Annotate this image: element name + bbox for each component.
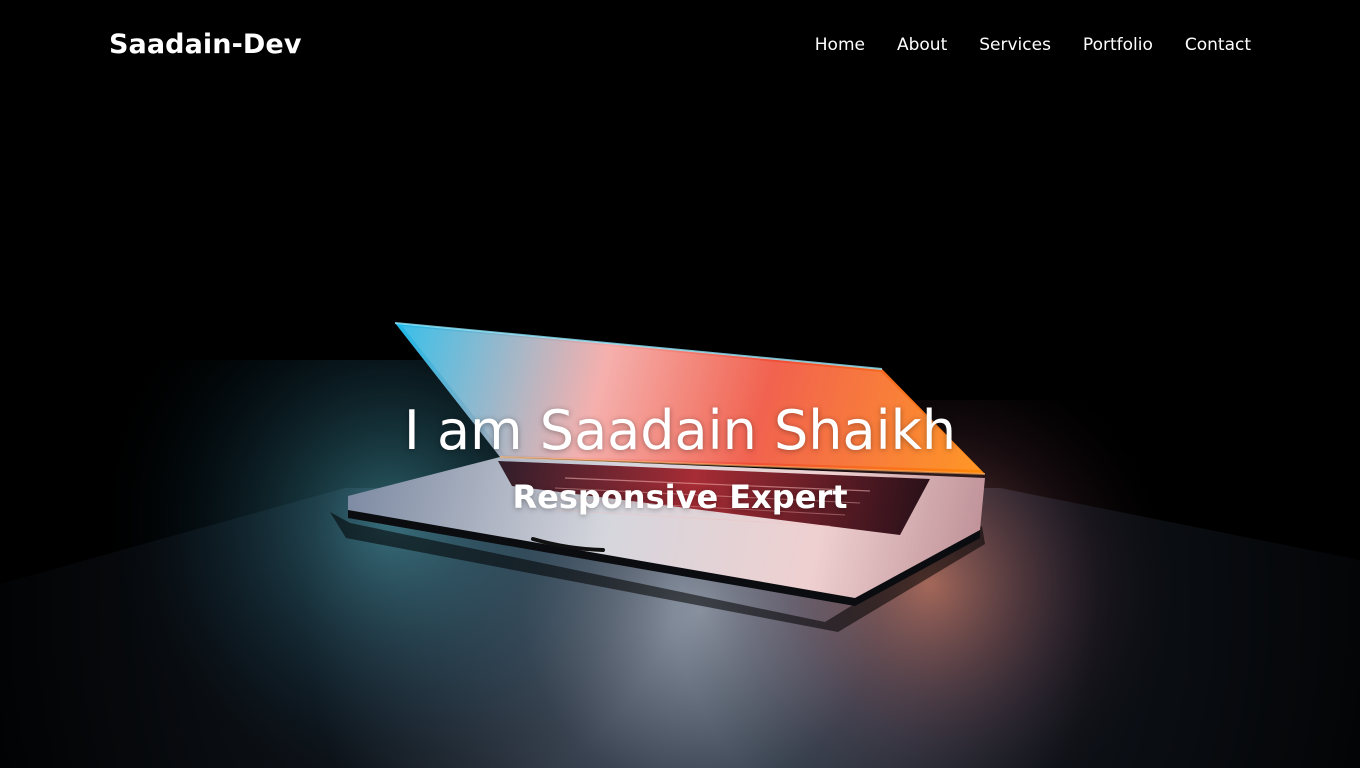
hero-subtitle: Responsive Expert <box>512 478 848 516</box>
nav-link-contact[interactable]: Contact <box>1185 35 1251 55</box>
nav-link-home[interactable]: Home <box>815 35 865 55</box>
nav-link-services[interactable]: Services <box>979 35 1051 55</box>
main-nav-menu: Home About Services Portfolio Contact <box>815 35 1251 55</box>
nav-item-contact: Contact <box>1185 35 1251 55</box>
hero-title: I am Saadain Shaikh <box>403 399 957 462</box>
hero-section: Saadain-Dev Home About Services Portfoli… <box>0 0 1360 768</box>
nav-item-portfolio: Portfolio <box>1083 35 1153 55</box>
brand-logo-link[interactable]: Saadain-Dev <box>109 29 302 60</box>
nav-item-services: Services <box>979 35 1051 55</box>
nav-item-home: Home <box>815 35 865 55</box>
top-navigation: Saadain-Dev Home About Services Portfoli… <box>0 0 1360 92</box>
hero-background-image <box>0 0 1360 768</box>
nav-item-about: About <box>897 35 947 55</box>
nav-link-portfolio[interactable]: Portfolio <box>1083 35 1153 55</box>
nav-link-about[interactable]: About <box>897 35 947 55</box>
